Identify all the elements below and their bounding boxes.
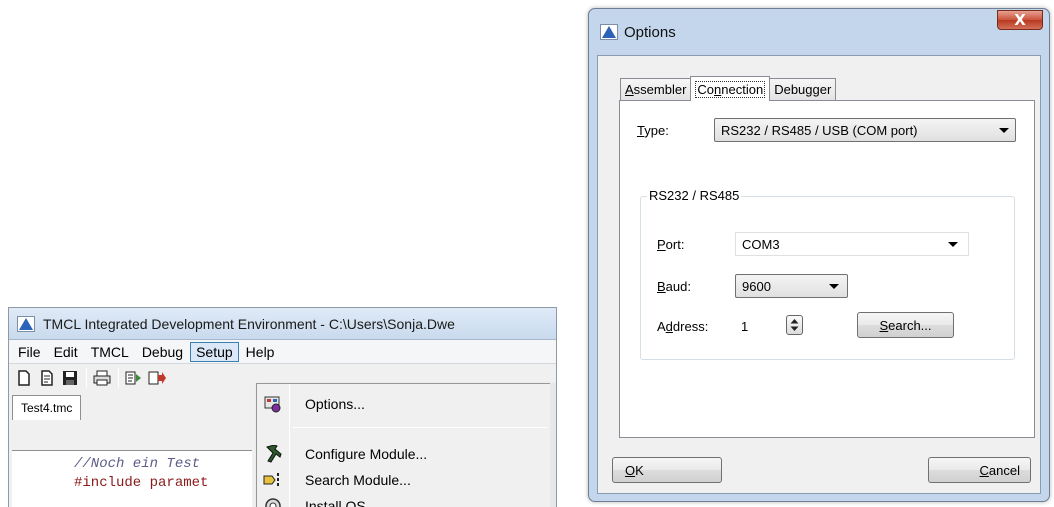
menu-setup[interactable]: Setup <box>190 341 239 362</box>
tab-test4[interactable]: Test4.tmc <box>12 395 82 420</box>
menu-scrollbar[interactable] <box>550 383 556 507</box>
toolbar-separator <box>118 368 119 388</box>
app-triangle-icon <box>17 315 35 332</box>
baud-value: 9600 <box>742 278 771 294</box>
assemble-icon[interactable] <box>123 368 144 389</box>
label-hotkey: d <box>665 319 673 334</box>
open-file-icon[interactable] <box>36 368 57 389</box>
options-dialog: Options X Assembler Connection Debugger … <box>588 8 1050 502</box>
configure-module-icon <box>259 445 287 463</box>
menu-item-options[interactable]: Options... <box>259 391 551 417</box>
chevron-down-icon <box>829 284 839 289</box>
ok-button[interactable]: OK <box>612 457 722 483</box>
menu-help[interactable]: Help <box>240 342 281 362</box>
dialog-titlebar[interactable]: Options X <box>589 9 1049 55</box>
type-value: RS232 / RS485 / USB (COM port) <box>721 122 918 138</box>
search-module-icon <box>259 471 287 489</box>
menu-tmcl[interactable]: TMCL <box>85 342 135 362</box>
tab-focus-rect: Connection <box>695 80 766 98</box>
button-label: earch... <box>888 317 932 333</box>
close-button[interactable]: X <box>997 10 1043 30</box>
baud-dropdown[interactable]: 9600 <box>735 274 848 298</box>
app-triangle-icon <box>600 24 618 40</box>
tab-label: nection <box>721 81 764 97</box>
tab-debugger[interactable]: Debugger <box>769 78 837 100</box>
code-line: #include paramet <box>74 475 209 491</box>
baud-label: Baud: <box>657 279 691 294</box>
label-text: ort: <box>665 237 685 252</box>
options-icon <box>259 395 287 413</box>
cancel-button[interactable]: Cancel <box>928 457 1031 483</box>
button-label: ancel <box>988 462 1020 478</box>
address-label: Address: <box>657 319 708 334</box>
ide-menubar: File Edit TMCL Debug Setup Help <box>9 340 556 364</box>
label-text: dress: <box>672 319 709 334</box>
label-hotkey: B <box>657 279 666 294</box>
menu-item-install-os[interactable]: Install OS <box>259 493 551 507</box>
menu-item-configure-module[interactable]: Configure Module... <box>259 441 551 467</box>
tab-label: Co <box>697 81 715 97</box>
toolbar-separator <box>86 368 87 388</box>
menu-file[interactable]: File <box>12 342 47 362</box>
code-line: //Noch ein Test <box>74 456 201 472</box>
label-text: A <box>657 319 666 334</box>
menu-item-label: Configure Module... <box>305 446 428 462</box>
label-text: ype: <box>644 123 669 138</box>
tab-label: Test4.tmc <box>21 401 73 415</box>
tab-hotkey: A <box>625 82 634 97</box>
menu-edit[interactable]: Edit <box>48 342 84 362</box>
tab-connection[interactable]: Connection <box>690 76 771 101</box>
search-button[interactable]: Search... <box>857 312 954 338</box>
port-dropdown[interactable]: COM3 <box>735 232 969 256</box>
new-file-icon[interactable] <box>13 368 34 389</box>
button-hotkey: C <box>979 462 989 478</box>
close-icon: X <box>1014 11 1026 29</box>
chevron-down-icon <box>999 128 1009 133</box>
chevron-down-icon <box>948 242 958 247</box>
menu-separator <box>293 427 547 428</box>
menu-item-label: Search Module... <box>305 472 411 488</box>
dialog-title: Options <box>624 23 676 41</box>
group-title: RS232 / RS485 <box>647 188 742 203</box>
print-icon[interactable] <box>91 368 112 389</box>
dialog-client-area: Assembler Connection Debugger Type: RS23… <box>597 55 1041 494</box>
menu-item-search-module[interactable]: Search Module... <box>259 467 551 493</box>
type-dropdown[interactable]: RS232 / RS485 / USB (COM port) <box>714 118 1016 142</box>
button-hotkey: S <box>879 317 889 333</box>
button-label: K <box>635 462 644 478</box>
spinner-arrows-icon <box>790 319 799 331</box>
tab-label: Debugger <box>774 82 832 97</box>
code-editor[interactable]: //Noch ein Test #include paramet <box>12 450 252 507</box>
port-label: Port: <box>657 237 684 252</box>
port-value: COM3 <box>742 236 780 252</box>
tab-assembler[interactable]: Assembler <box>620 78 692 100</box>
ide-window: TMCL Integrated Development Environment … <box>8 307 557 507</box>
menu-item-label: Install OS <box>305 498 366 507</box>
ide-titlebar: TMCL Integrated Development Environment … <box>9 308 556 340</box>
label-hotkey: P <box>657 237 666 252</box>
rs232-groupbox: RS232 / RS485 Port: COM3 Baud: 9600 Addr… <box>640 188 1015 360</box>
options-tabstrip: Assembler Connection Debugger <box>620 76 837 101</box>
download-icon[interactable] <box>146 368 167 389</box>
address-input[interactable]: 1 <box>741 319 748 334</box>
ide-title: TMCL Integrated Development Environment … <box>43 315 455 332</box>
connection-tab-panel: Type: RS232 / RS485 / USB (COM port) RS2… <box>619 100 1035 438</box>
install-os-icon <box>259 497 287 507</box>
setup-dropdown-menu: Options... Configure Module... Search Mo… <box>256 383 556 507</box>
menu-item-label: Options... <box>305 396 365 412</box>
tab-label: ssembler <box>633 82 687 97</box>
save-icon[interactable] <box>59 368 80 389</box>
label-text: aud: <box>665 279 691 294</box>
button-hotkey: O <box>625 462 636 478</box>
address-spinner[interactable] <box>786 315 803 335</box>
menu-debug[interactable]: Debug <box>136 342 189 362</box>
type-label: Type: <box>637 123 669 138</box>
